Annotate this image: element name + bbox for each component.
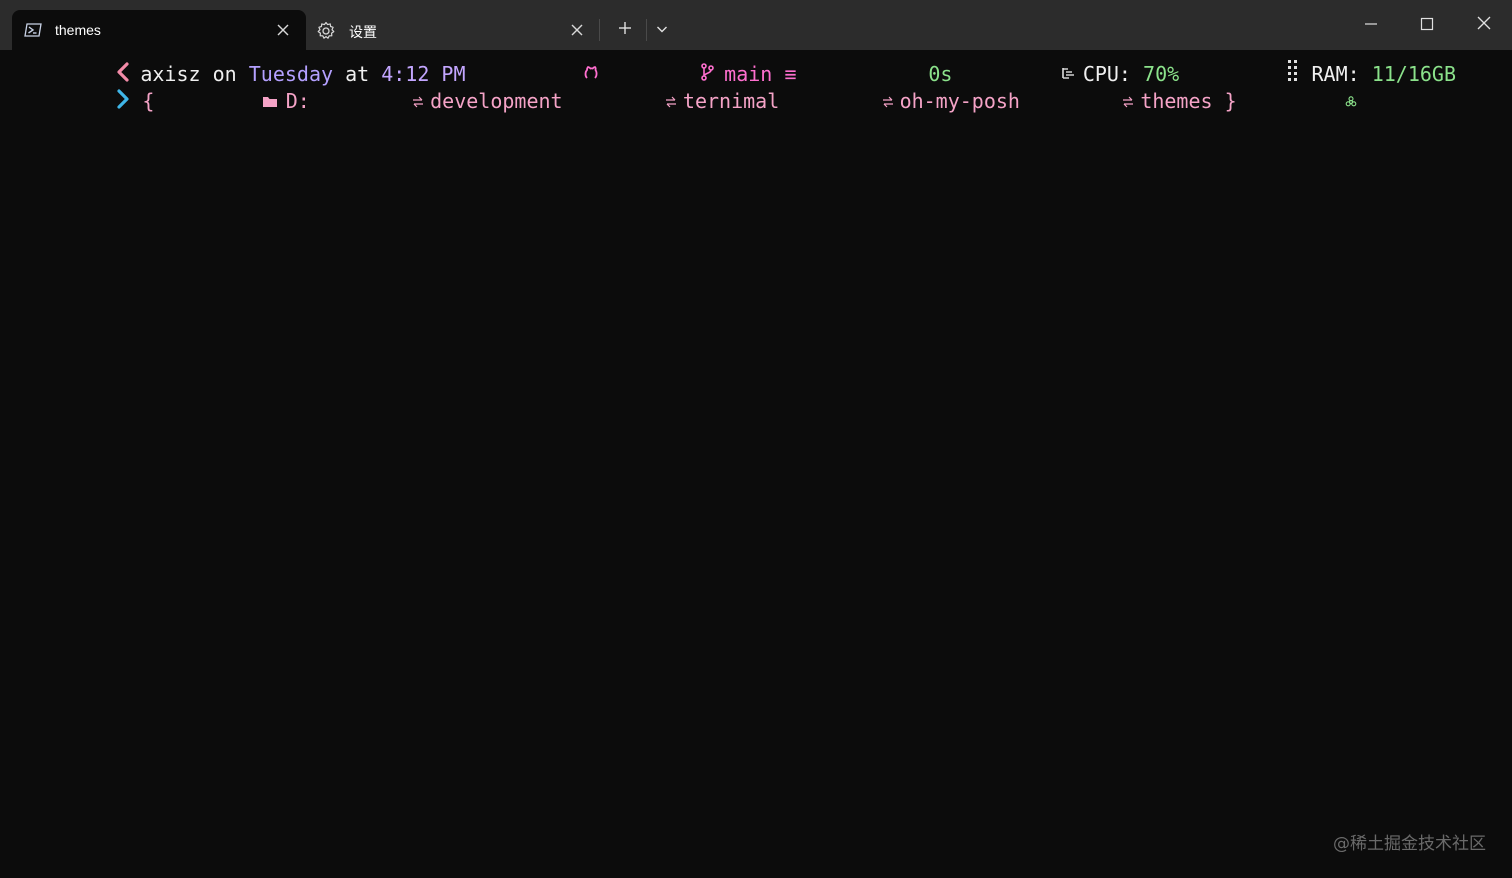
chevron-down-icon <box>655 21 669 40</box>
branch-name: main <box>724 62 773 86</box>
maximize-icon <box>1420 16 1434 35</box>
close-icon[interactable] <box>274 21 292 39</box>
chevron-right-icon <box>20 65 130 138</box>
close-brace: } <box>1224 89 1237 113</box>
terminal-window: themes 设置 axisz on Tuesday at 4:12 PM ma… <box>0 0 1512 878</box>
path-separator-icon <box>785 65 893 137</box>
close-window-button[interactable] <box>1456 0 1512 50</box>
prompt-right-status: 0s CPU: 70% RAM: 11/16GB <box>928 59 1456 87</box>
tab-label: themes <box>55 22 101 38</box>
drive-label: D: <box>285 89 310 113</box>
watermark: @稀土掘金技术社区 <box>1333 834 1486 854</box>
path-separator-icon <box>1026 65 1134 137</box>
path-segment: ternimal <box>682 89 780 113</box>
minimize-button[interactable] <box>1343 0 1399 50</box>
biohazard-icon <box>1249 65 1357 137</box>
path-segment: themes <box>1140 89 1213 113</box>
plus-icon <box>617 20 633 40</box>
folder-icon <box>166 65 277 137</box>
path-segment: oh-my-posh <box>899 89 1020 113</box>
path-separator-icon <box>316 65 424 137</box>
gear-icon <box>316 21 335 39</box>
ram-value: 11/16GB <box>1371 62 1456 86</box>
tab-label: 设置 <box>349 24 377 40</box>
cpu-value: 70% <box>1143 62 1180 86</box>
maximize-button[interactable] <box>1399 0 1455 50</box>
tab-divider <box>599 19 600 41</box>
prompt-line-2: { D: development ternimal oh-my-posh the… <box>20 88 1357 114</box>
close-icon[interactable] <box>568 21 586 39</box>
close-icon <box>1476 15 1492 35</box>
path-segment: development <box>430 89 563 113</box>
terminal-content[interactable]: axisz on Tuesday at 4:12 PM main ≡ 0s CP… <box>0 50 1512 878</box>
duration-text: 0s <box>928 62 953 86</box>
open-brace: { <box>142 89 155 113</box>
minimize-icon <box>1364 16 1378 35</box>
path-separator-icon <box>569 65 677 137</box>
powershell-icon <box>24 21 42 39</box>
